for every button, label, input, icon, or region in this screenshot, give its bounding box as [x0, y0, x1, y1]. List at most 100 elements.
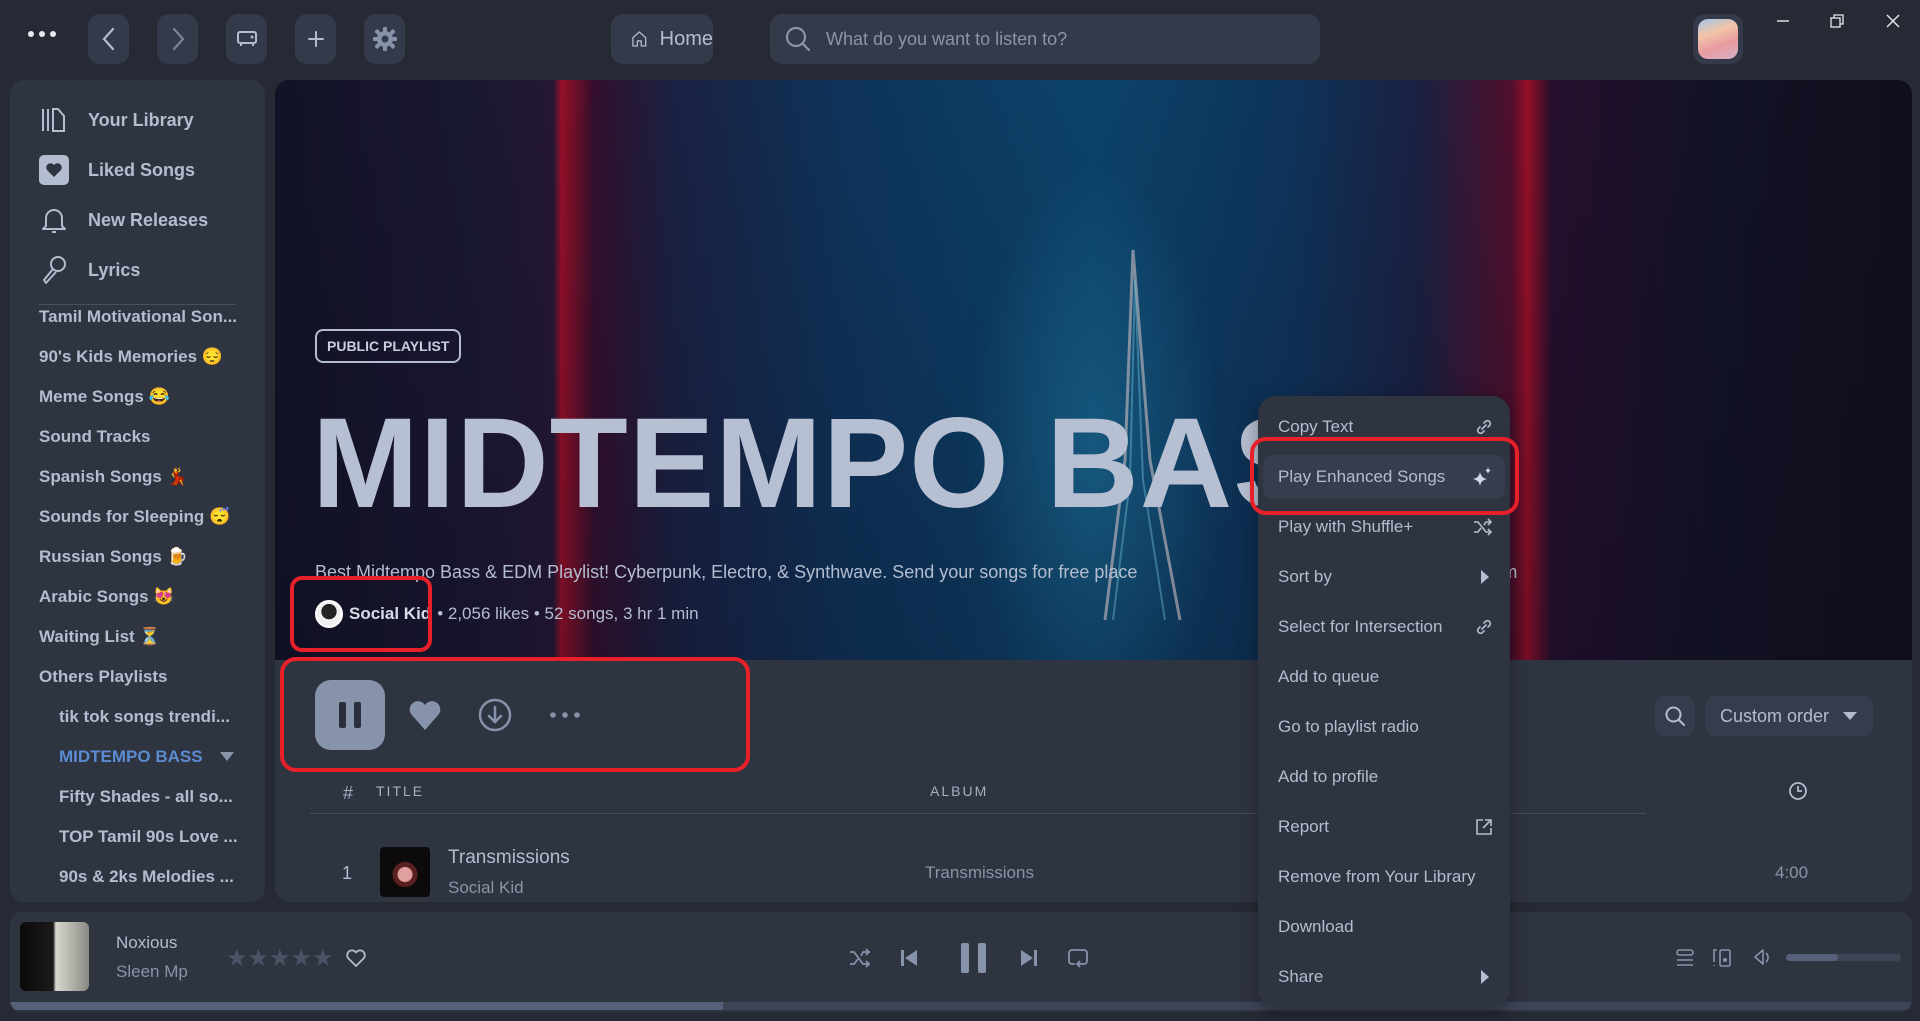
queue-button[interactable] — [1667, 940, 1703, 976]
search-icon — [1665, 706, 1685, 726]
menu-item-label: Play Enhanced Songs — [1278, 467, 1446, 486]
sidebar-playlist[interactable]: Sounds for Sleeping 😴 — [39, 507, 230, 527]
track-artist[interactable]: Social Kid — [448, 878, 524, 898]
now-playing-artwork[interactable] — [20, 922, 89, 991]
sidebar-item-lyrics[interactable]: Lyrics — [38, 254, 140, 286]
home-button[interactable]: Home — [611, 14, 713, 64]
sidebar-playlist[interactable]: Tamil Motivational Son... — [39, 307, 237, 327]
like-button[interactable] — [405, 695, 445, 735]
playlist-stats: • 2,056 likes • 52 songs, 3 hr 1 min — [437, 604, 699, 623]
owner-avatar[interactable] — [315, 600, 343, 628]
track-duration: 4:00 — [1775, 863, 1809, 882]
sidebar-playlist[interactable]: Russian Songs 🍺 — [39, 547, 188, 567]
column-header-title[interactable]: TITLE — [376, 783, 424, 799]
menu-item-play-shuffle-plus[interactable]: Play with Shuffle+ — [1263, 505, 1505, 549]
avatar — [1698, 19, 1738, 59]
speaker-device-icon — [1713, 949, 1731, 967]
heart-icon — [409, 701, 441, 730]
back-button[interactable] — [88, 14, 129, 64]
star-icon[interactable]: ★ — [226, 944, 248, 973]
playback-progress-bar[interactable] — [10, 1002, 1912, 1010]
star-icon[interactable]: ★ — [312, 944, 334, 973]
sidebar-playlist[interactable]: 90s & 2ks Melodies ... — [59, 867, 234, 887]
sidebar-playlist[interactable]: Fifty Shades - all so... — [59, 787, 233, 807]
sidebar-playlist[interactable]: Sound Tracks — [39, 427, 150, 447]
folder-collapse-icon[interactable] — [220, 752, 234, 761]
profile-button[interactable] — [1693, 14, 1743, 64]
playlist-search-button[interactable] — [1655, 696, 1695, 736]
menu-item-add-to-profile[interactable]: Add to profile — [1263, 755, 1505, 799]
star-icon[interactable]: ★ — [291, 944, 313, 973]
download-icon — [478, 698, 512, 732]
sidebar-playlist[interactable]: Arabic Songs 😻 — [39, 587, 174, 607]
volume-slider[interactable] — [1786, 954, 1901, 961]
more-options-button[interactable] — [545, 695, 585, 735]
column-header-duration[interactable] — [1788, 781, 1808, 806]
sidebar-playlist[interactable]: TOP Tamil 90s Love ... — [59, 827, 238, 847]
star-icon[interactable]: ★ — [269, 944, 291, 973]
search-bar[interactable] — [770, 14, 1320, 64]
menu-item-copy-text[interactable]: Copy Text — [1263, 405, 1505, 449]
search-input[interactable] — [826, 28, 1286, 50]
volume-button[interactable] — [1744, 940, 1780, 976]
menu-item-share[interactable]: Share — [1263, 955, 1505, 999]
track-album[interactable]: Transmissions — [925, 863, 1034, 883]
forward-button[interactable] — [157, 14, 198, 64]
menu-item-sort-by[interactable]: Sort by — [1263, 555, 1505, 599]
menu-item-remove-from-library[interactable]: Remove from Your Library — [1263, 855, 1505, 899]
sidebar-item-new-releases[interactable]: New Releases — [38, 204, 208, 236]
next-button[interactable] — [1011, 940, 1047, 976]
sidebar-playlist-active[interactable]: MIDTEMPO BASS — [59, 747, 203, 767]
pause-button[interactable] — [315, 680, 385, 750]
menu-item-play-enhanced-songs[interactable]: Play Enhanced Songs — [1263, 455, 1505, 499]
sort-dropdown[interactable]: Custom order — [1705, 696, 1873, 736]
repeat-button[interactable] — [1060, 940, 1096, 976]
column-header-number: # — [343, 783, 354, 803]
sidebar-folder-others[interactable]: Others Playlists — [39, 667, 168, 687]
description-text: Best Midtempo Bass & EDM Playlist! Cyber… — [315, 562, 1138, 582]
sidebar-playlist[interactable]: 90's Kids Memories 😔 — [39, 347, 223, 367]
search-icon — [785, 26, 811, 52]
sidebar-item-label: Your Library — [88, 109, 194, 130]
track-title[interactable]: Transmissions — [448, 847, 570, 869]
track-artwork[interactable] — [380, 847, 430, 897]
sidebar-item-your-library[interactable]: Your Library — [38, 104, 194, 136]
menu-item-select-for-intersection[interactable]: Select for Intersection — [1263, 605, 1505, 649]
sort-label: Custom order — [1720, 705, 1830, 726]
previous-button[interactable] — [891, 940, 927, 976]
now-playing-title[interactable]: Noxious — [116, 933, 177, 953]
link-icon — [1476, 419, 1492, 435]
playlist-meta: Social Kid • 2,056 likes • 52 songs, 3 h… — [315, 600, 699, 628]
close-button[interactable] — [1870, 6, 1916, 36]
playlist-type-badge: PUBLIC PLAYLIST — [315, 329, 462, 363]
sidebar-item-liked-songs[interactable]: Liked Songs — [38, 154, 195, 186]
home-icon — [632, 31, 647, 47]
owner-link[interactable]: Social Kid — [349, 604, 431, 624]
sidebar-playlist[interactable]: Waiting List ⏳ — [39, 627, 161, 647]
download-button[interactable] — [475, 695, 515, 735]
gear-icon — [372, 27, 397, 51]
menu-item-report[interactable]: Report — [1263, 805, 1505, 849]
now-playing-artist[interactable]: Sleen Mp — [116, 962, 188, 982]
queue-icon — [1676, 949, 1694, 966]
minimize-button[interactable] — [1760, 6, 1806, 36]
more-menu-button[interactable] — [28, 24, 64, 44]
like-track-button[interactable] — [338, 940, 374, 976]
connect-device-button[interactable] — [1704, 940, 1740, 976]
rating-stars[interactable]: ★ ★ ★ ★ ★ — [226, 944, 334, 973]
restore-button[interactable] — [1814, 6, 1860, 36]
star-icon[interactable]: ★ — [248, 944, 270, 973]
menu-item-go-to-playlist-radio[interactable]: Go to playlist radio — [1263, 705, 1505, 749]
menu-item-label: Add to profile — [1278, 767, 1379, 786]
sidebar-playlist[interactable]: Meme Songs 😂 — [39, 387, 170, 407]
sidebar-playlist[interactable]: Spanish Songs 💃 — [39, 467, 188, 487]
player-pause-button[interactable] — [952, 940, 996, 976]
sidebar-playlist[interactable]: tik tok songs trendi... — [59, 707, 230, 727]
add-button[interactable] — [295, 14, 336, 64]
menu-item-add-to-queue[interactable]: Add to queue — [1263, 655, 1505, 699]
shuffle-button[interactable] — [842, 940, 878, 976]
menu-item-download[interactable]: Download — [1263, 905, 1505, 949]
settings-button[interactable] — [364, 14, 405, 64]
column-header-album[interactable]: ALBUM — [930, 783, 988, 799]
device-button[interactable] — [226, 14, 267, 64]
